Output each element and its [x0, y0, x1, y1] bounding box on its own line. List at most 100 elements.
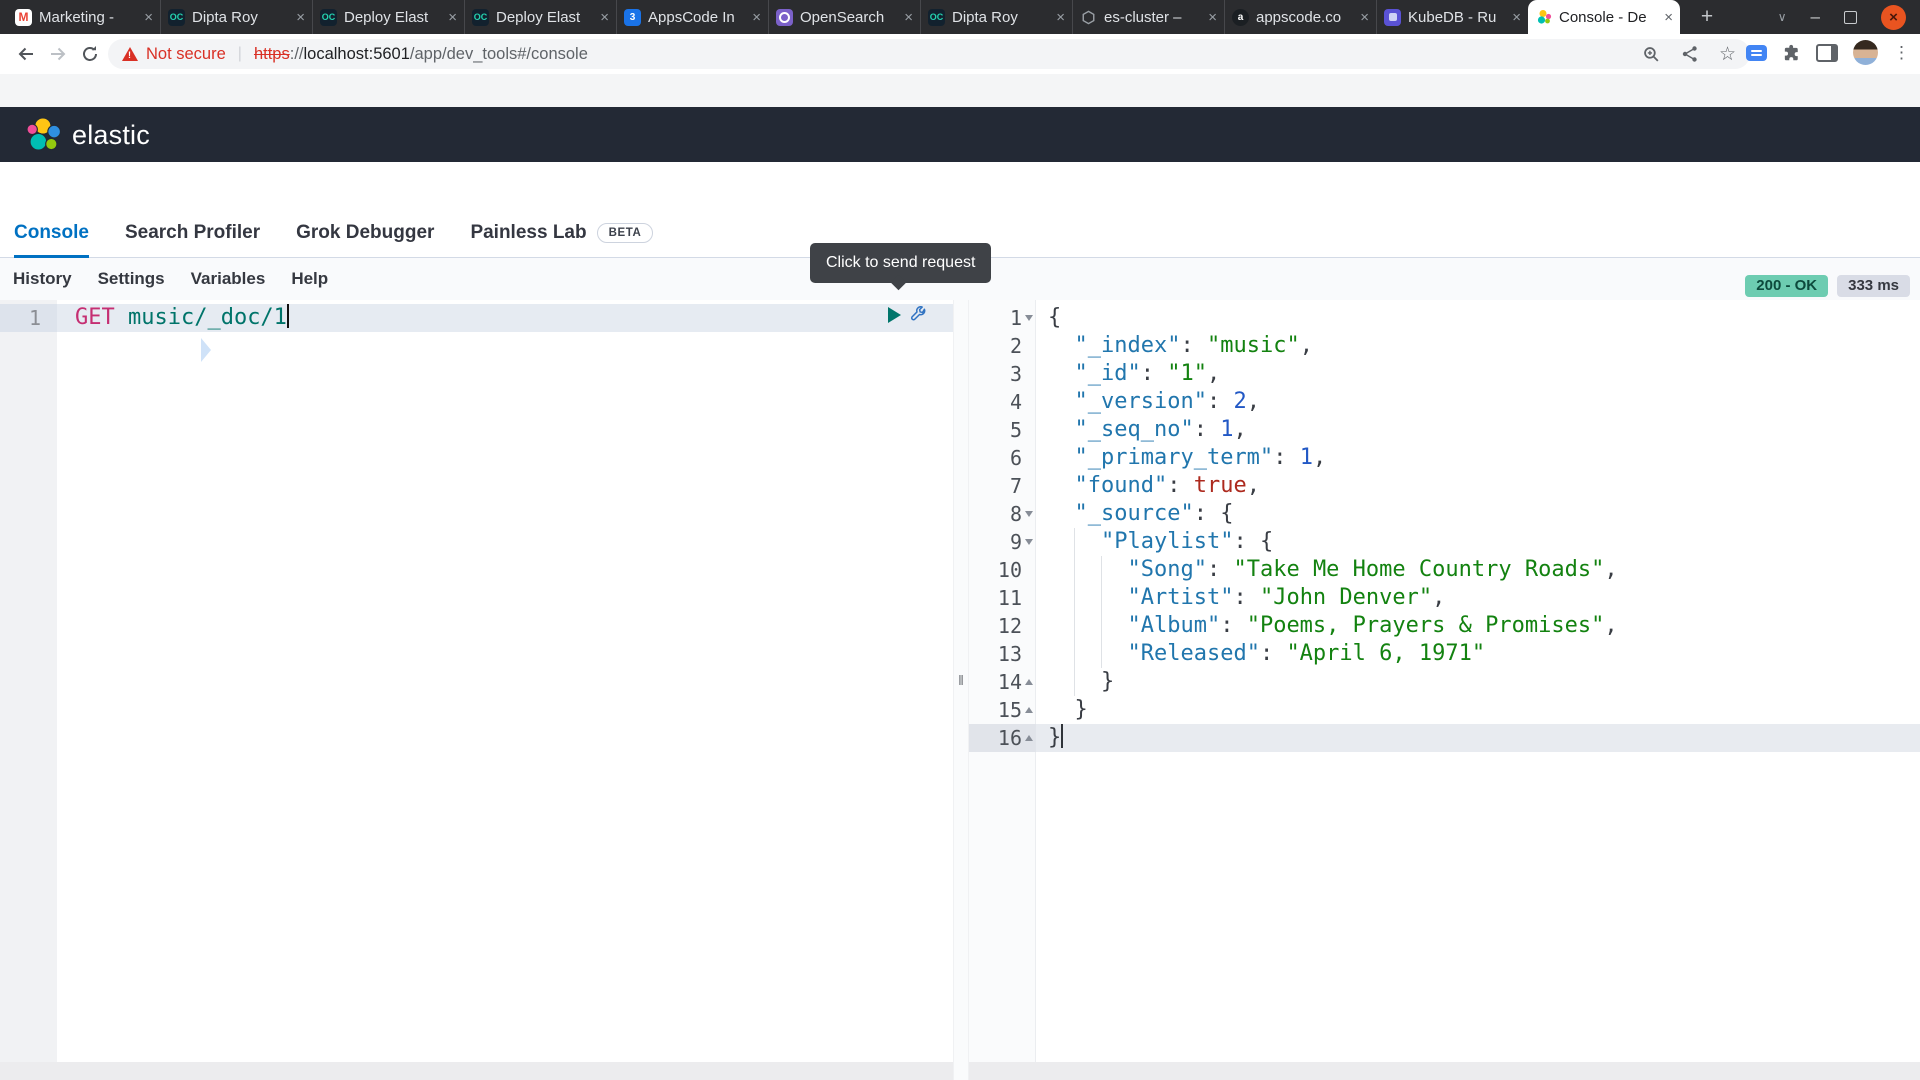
extension-pinned-icon[interactable]	[1746, 45, 1767, 61]
tab-search-chevron-icon[interactable]: ∨	[1778, 10, 1787, 24]
tab-close-icon[interactable]: ×	[1664, 10, 1673, 25]
response-code-line[interactable]: "Album": "Poems, Prayers & Promises",	[1048, 612, 1618, 640]
resize-handle[interactable]: ‖	[954, 672, 968, 688]
response-code-line[interactable]: "found": true,	[1048, 472, 1260, 500]
menu-item-history[interactable]: History	[13, 269, 72, 289]
tab-close-icon[interactable]: ×	[1208, 10, 1217, 25]
tab-close-icon[interactable]: ×	[1360, 10, 1369, 25]
response-code-line[interactable]: "Artist": "John Denver",	[1048, 584, 1445, 612]
reload-button[interactable]	[78, 42, 102, 66]
browser-tab[interactable]: OCDeploy Elast×	[312, 0, 464, 34]
browser-tab[interactable]: KubeDB - Ru×	[1376, 0, 1528, 34]
tab-grok-debugger[interactable]: Grok Debugger	[296, 211, 434, 258]
window-maximize-button[interactable]	[1844, 11, 1857, 24]
elastic-logo[interactable]	[26, 117, 62, 153]
response-code-line[interactable]: {	[1048, 304, 1061, 332]
fold-open-icon[interactable]	[1025, 511, 1033, 517]
new-tab-button[interactable]: +	[1694, 4, 1720, 30]
fold-close-icon[interactable]	[1025, 679, 1033, 685]
tab-console[interactable]: Console	[14, 211, 89, 258]
code-token	[1048, 501, 1075, 526]
response-line: 15 }	[969, 696, 1920, 724]
not-secure-label[interactable]: Not secure	[146, 45, 226, 64]
response-code-line[interactable]: "Song": "Take Me Home Country Roads",	[1048, 556, 1618, 584]
back-button[interactable]	[14, 42, 38, 66]
request-line[interactable]: 1 GET music/_doc/1	[0, 304, 953, 332]
browser-tab[interactable]: OCDipta Roy×	[160, 0, 312, 34]
share-icon[interactable]	[1681, 45, 1699, 63]
fold-close-icon[interactable]	[1025, 735, 1033, 741]
browser-tab[interactable]: aappscode.co×	[1224, 0, 1376, 34]
response-code-line[interactable]: "_id": "1",	[1048, 360, 1220, 388]
extensions-puzzle-icon[interactable]	[1782, 43, 1801, 62]
response-code-line[interactable]: "_seq_no": 1,	[1048, 416, 1247, 444]
browser-tab[interactable]: OCDeploy Elast×	[464, 0, 616, 34]
tab-close-icon[interactable]: ×	[144, 10, 153, 25]
browser-tab[interactable]: MMarketing - ×	[8, 0, 160, 34]
zoom-icon[interactable]	[1642, 45, 1661, 64]
browser-profile-avatar[interactable]	[1853, 40, 1878, 65]
response-line: 6 "_primary_term": 1,	[969, 444, 1920, 472]
address-bar[interactable]: ! Not secure | https :// localhost:5601 …	[108, 39, 1750, 69]
browser-tab[interactable]: 3AppsCode In×	[616, 0, 768, 34]
window-close-button[interactable]: ×	[1881, 5, 1906, 30]
menu-item-variables[interactable]: Variables	[191, 269, 266, 289]
tab-close-icon[interactable]: ×	[904, 10, 913, 25]
not-secure-warning-icon: !	[122, 47, 138, 61]
tab-painless-lab[interactable]: Painless LabBETA	[470, 211, 653, 258]
fold-close-icon[interactable]	[1025, 707, 1033, 713]
fold-marker	[1022, 724, 1036, 752]
response-viewer-pane[interactable]: 1{2 "_index": "music",3 "_id": "1",4 "_v…	[969, 300, 1920, 1080]
fold-open-icon[interactable]	[1025, 315, 1033, 321]
opensearch-favicon	[776, 9, 793, 26]
side-panel-icon[interactable]	[1816, 44, 1838, 62]
send-request-tooltip: Click to send request	[810, 243, 991, 283]
tab-close-icon[interactable]: ×	[296, 10, 305, 25]
request-h-scrollbar[interactable]	[0, 1062, 953, 1080]
response-code-line[interactable]: "_source": {	[1048, 500, 1233, 528]
elastic-wordmark[interactable]: elastic	[72, 120, 150, 151]
browser-tab[interactable]: es-cluster –×	[1072, 0, 1224, 34]
response-code-line[interactable]: }	[1048, 724, 1063, 752]
tab-close-icon[interactable]: ×	[1056, 10, 1065, 25]
pane-resize-divider[interactable]: ‖	[953, 300, 969, 1080]
browser-tab[interactable]: Console - De×	[1528, 0, 1680, 34]
window-minimize-button[interactable]: –	[1811, 12, 1820, 22]
response-line: 7 "found": true,	[969, 472, 1920, 500]
code-token: ,	[1207, 361, 1220, 386]
menu-item-settings[interactable]: Settings	[98, 269, 165, 289]
url-path: /app/dev_tools#/console	[410, 45, 588, 64]
request-editor-pane[interactable]: 1 GET music/_doc/1	[0, 300, 953, 1080]
menu-item-help[interactable]: Help	[291, 269, 328, 289]
code-token	[1048, 361, 1075, 386]
tab-close-icon[interactable]: ×	[600, 10, 609, 25]
response-h-scrollbar[interactable]	[969, 1062, 1920, 1080]
response-code-line[interactable]: }	[1048, 668, 1114, 696]
response-code-line[interactable]: "Playlist": {	[1048, 528, 1273, 556]
response-code-line[interactable]: "_index": "music",	[1048, 332, 1313, 360]
send-request-play-icon[interactable]	[888, 307, 901, 323]
browser-window: MMarketing - ×OCDipta Roy×OCDeploy Elast…	[0, 0, 1920, 1080]
request-code-line[interactable]: GET music/_doc/1	[75, 304, 289, 332]
response-code-line[interactable]: "_primary_term": 1,	[1048, 444, 1326, 472]
browser-tab-strip: MMarketing - ×OCDipta Roy×OCDeploy Elast…	[0, 0, 1920, 34]
browser-tab[interactable]: OpenSearch×	[768, 0, 920, 34]
url-scheme-separator: ://	[290, 45, 304, 64]
wrench-settings-icon[interactable]	[910, 306, 928, 324]
bookmark-star-icon[interactable]: ☆	[1719, 45, 1736, 64]
fold-open-icon[interactable]	[1025, 539, 1033, 545]
forward-button[interactable]	[46, 42, 70, 66]
response-code-line[interactable]: }	[1048, 696, 1088, 724]
tab-search-profiler[interactable]: Search Profiler	[125, 211, 260, 258]
hex-favicon	[1080, 9, 1097, 26]
tab-title: appscode.co	[1256, 9, 1353, 26]
fold-marker	[1022, 500, 1036, 528]
tab-close-icon[interactable]: ×	[752, 10, 761, 25]
response-code-line[interactable]: "Released": "April 6, 1971"	[1048, 640, 1485, 668]
browser-menu-icon[interactable]: ⋮	[1893, 43, 1910, 63]
response-code-line[interactable]: "_version": 2,	[1048, 388, 1260, 416]
tab-close-icon[interactable]: ×	[448, 10, 457, 25]
response-line: 5 "_seq_no": 1,	[969, 416, 1920, 444]
browser-tab[interactable]: OCDipta Roy×	[920, 0, 1072, 34]
tab-close-icon[interactable]: ×	[1512, 10, 1521, 25]
